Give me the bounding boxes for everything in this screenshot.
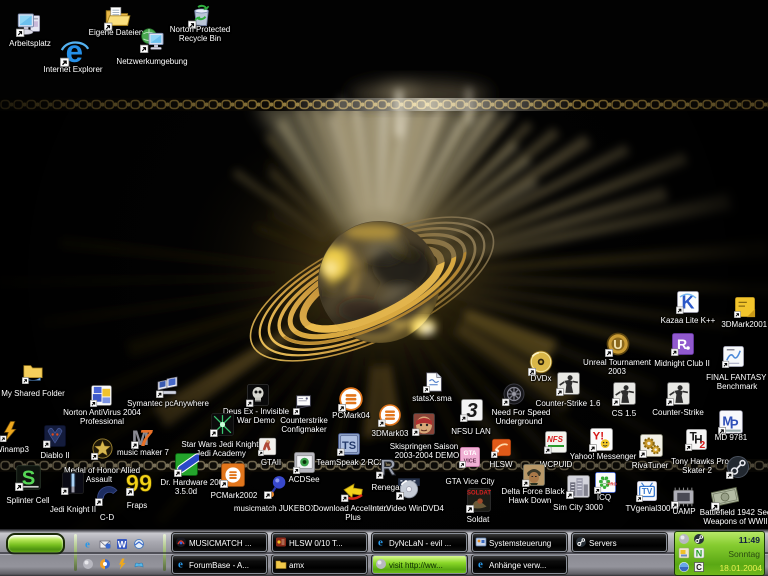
svg-text:N: N xyxy=(696,549,703,559)
svg-text:2: 2 xyxy=(699,439,705,451)
svg-text:P: P xyxy=(730,417,739,432)
svg-text:GTA: GTA xyxy=(463,450,476,457)
svg-text:W: W xyxy=(118,540,127,550)
svg-text:NFS: NFS xyxy=(547,435,564,444)
svg-text:e: e xyxy=(178,559,183,571)
svg-text:7: 7 xyxy=(139,425,153,449)
svg-text:e: e xyxy=(378,537,383,549)
svg-text:e: e xyxy=(478,559,483,571)
svg-text:U: U xyxy=(613,337,622,352)
svg-text:e: e xyxy=(85,539,90,551)
svg-text:TV: TV xyxy=(642,487,653,496)
svg-text:3: 3 xyxy=(466,400,477,422)
svg-text:R: R xyxy=(677,336,687,352)
svg-text:SOLDAT: SOLDAT xyxy=(467,491,491,497)
svg-text:PRO: PRO xyxy=(608,481,617,486)
